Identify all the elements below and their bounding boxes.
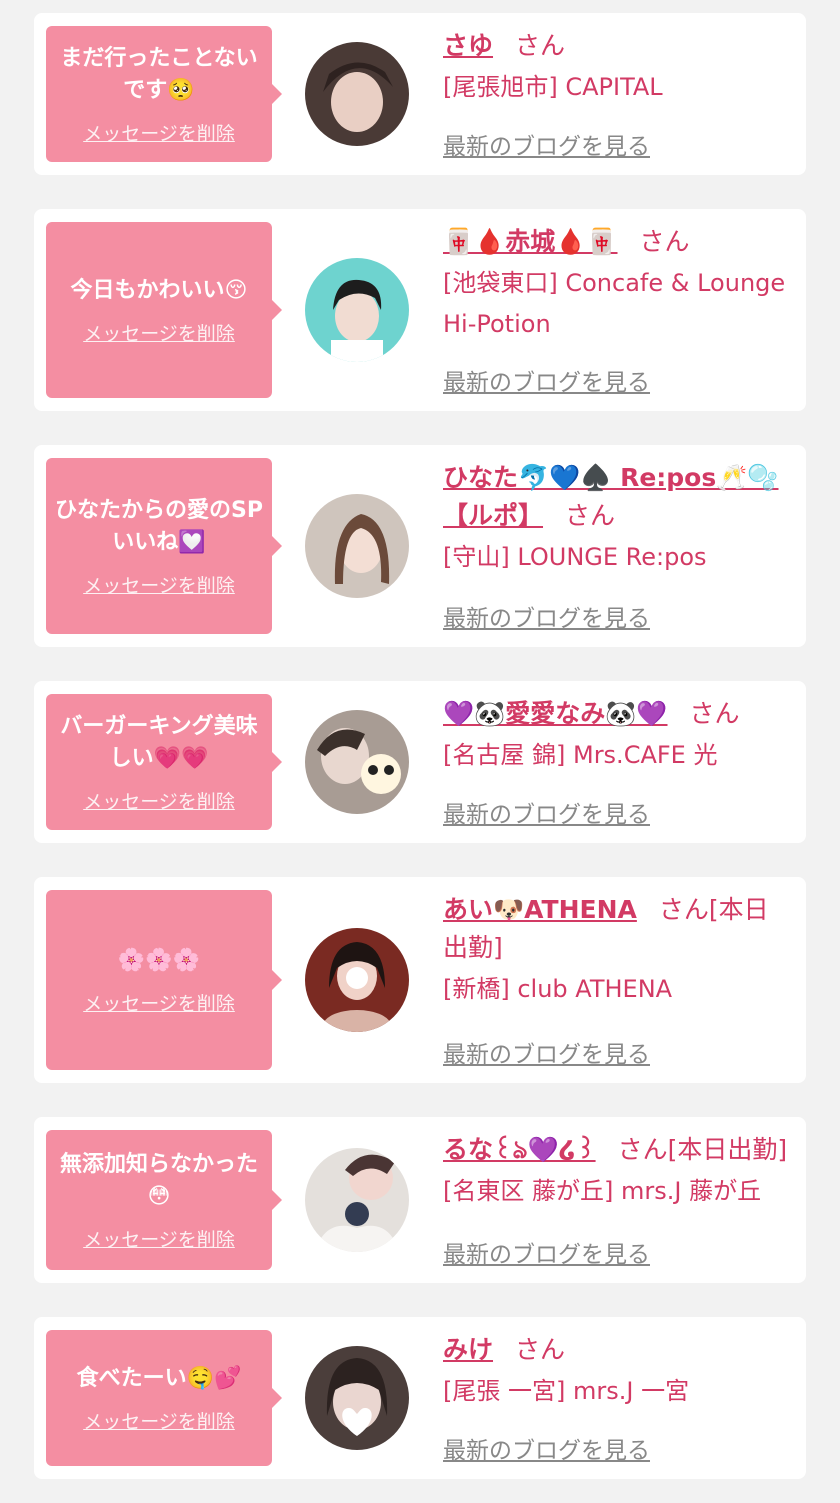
sender-name-link[interactable]: るな꒰ঌ💜໒꒱ [443, 1135, 596, 1164]
shop-location: [新橋] club ATHENA [443, 975, 673, 1003]
shop-location: [名東区 藤が丘] mrs.J 藤が丘 [443, 1177, 762, 1205]
avatar-image [305, 710, 409, 814]
sender-name-link[interactable]: さゆ [443, 31, 493, 60]
avatar[interactable] [305, 1148, 409, 1252]
delete-message-link[interactable]: メッセージを削除 [83, 571, 235, 598]
shop-location: [池袋東口] Concafe & Lounge Hi-Potion [443, 269, 786, 338]
message-text: 食べたーい🤤💕 [76, 1365, 242, 1391]
message-bubble: ひなたからの愛のSPいいね💟 メッセージを削除 [46, 458, 282, 634]
message-bubble: 今日もかわいい😚 メッセージを削除 [46, 222, 282, 398]
shop-location: [尾張旭市] CAPITAL [443, 73, 663, 101]
message-bubble: バーガーキング美味しい💗💗 メッセージを削除 [46, 694, 282, 830]
message-card: 🌸🌸🌸 メッセージを削除 あい🐶ATHENA さん[本日出勤] [新橋] club… [34, 877, 806, 1083]
avatar-image [305, 1346, 409, 1450]
sender-info: 💜🐼愛愛なみ🐼💜 さん [名古屋 錦] Mrs.CAFE 光 [443, 695, 792, 776]
sender-info: るな꒰ঌ💜໒꒱ さん[本日出勤] [名東区 藤が丘] mrs.J 藤が丘 [443, 1131, 792, 1212]
avatar-image [305, 42, 409, 146]
latest-blog-link[interactable]: 最新のブログを見る [443, 1431, 650, 1465]
delete-message-link[interactable]: メッセージを削除 [83, 989, 235, 1016]
latest-blog-link[interactable]: 最新のブログを見る [443, 127, 650, 161]
sender-suffix: さん[本日出勤] [617, 1135, 788, 1164]
message-card: 食べたーい🤤💕 メッセージを削除 みけ さん [尾張 一宮] mrs.J 一宮 最… [34, 1317, 806, 1479]
avatar[interactable] [305, 928, 409, 1032]
message-bubble: まだ行ったことないです🥺 メッセージを削除 [46, 26, 282, 162]
sender-name-link[interactable]: 🀄🩸赤城🩸🀄 [443, 227, 618, 256]
sender-suffix: さん [515, 31, 566, 60]
delete-message-link[interactable]: メッセージを削除 [83, 319, 235, 346]
shop-location: [守山] LOUNGE Re:pos [443, 543, 707, 571]
avatar-image [305, 258, 409, 362]
delete-message-link[interactable]: メッセージを削除 [83, 1225, 235, 1252]
avatar[interactable] [305, 1346, 409, 1450]
message-text: 無添加知らなかった😳 [59, 1151, 258, 1209]
latest-blog-link[interactable]: 最新のブログを見る [443, 795, 650, 829]
message-card: まだ行ったことないです🥺 メッセージを削除 さゆ さん [尾張旭市] CAPITA… [34, 13, 806, 175]
message-text: ひなたからの愛のSPいいね💟 [55, 497, 263, 555]
delete-message-link[interactable]: メッセージを削除 [83, 787, 235, 814]
message-card: 今日もかわいい😚 メッセージを削除 🀄🩸赤城🩸🀄 さん [池袋東口] Concaf… [34, 209, 806, 411]
message-bubble: 無添加知らなかった😳 メッセージを削除 [46, 1130, 282, 1270]
avatar[interactable] [305, 258, 409, 362]
avatar[interactable] [305, 710, 409, 814]
message-text: バーガーキング美味しい💗💗 [60, 713, 258, 771]
avatar-image [305, 928, 409, 1032]
delete-message-link[interactable]: メッセージを削除 [83, 1407, 235, 1434]
sender-info: みけ さん [尾張 一宮] mrs.J 一宮 [443, 1331, 792, 1412]
message-card: バーガーキング美味しい💗💗 メッセージを削除 💜🐼愛愛なみ🐼💜 さん [名古屋 錦… [34, 681, 806, 843]
message-text: 🌸🌸🌸 [117, 947, 201, 973]
avatar[interactable] [305, 42, 409, 146]
sender-info: あい🐶ATHENA さん[本日出勤] [新橋] club ATHENA [443, 891, 792, 1010]
latest-blog-link[interactable]: 最新のブログを見る [443, 1035, 650, 1069]
sender-info: 🀄🩸赤城🩸🀄 さん [池袋東口] Concafe & Lounge Hi-Poti… [443, 223, 792, 345]
message-bubble: 食べたーい🤤💕 メッセージを削除 [46, 1330, 282, 1466]
sender-info: ひなた🐬💙♠️ Re:pos🥂🫧【ルポ】 さん [守山] LOUNGE Re:po… [443, 459, 792, 578]
message-card: ひなたからの愛のSPいいね💟 メッセージを削除 ひなた🐬💙♠️ Re:pos🥂🫧… [34, 445, 806, 647]
sender-suffix: さん [689, 699, 740, 728]
sender-name-link[interactable]: あい🐶ATHENA [443, 895, 637, 924]
message-bubble: 🌸🌸🌸 メッセージを削除 [46, 890, 282, 1070]
shop-location: [尾張 一宮] mrs.J 一宮 [443, 1377, 690, 1405]
sender-name-link[interactable]: みけ [443, 1335, 493, 1364]
latest-blog-link[interactable]: 最新のブログを見る [443, 1235, 650, 1269]
sender-suffix: さん [639, 227, 690, 256]
sender-suffix: さん [565, 501, 616, 530]
sender-suffix: さん [515, 1335, 566, 1364]
message-card: 無添加知らなかった😳 メッセージを削除 るな꒰ঌ💜໒꒱ さん[本日出勤] [名東区… [34, 1117, 806, 1283]
shop-location: [名古屋 錦] Mrs.CAFE 光 [443, 741, 718, 769]
avatar-image [305, 1148, 409, 1252]
delete-message-link[interactable]: メッセージを削除 [83, 119, 235, 146]
avatar-image [305, 494, 409, 598]
latest-blog-link[interactable]: 最新のブログを見る [443, 599, 650, 633]
message-text: まだ行ったことないです🥺 [60, 45, 258, 103]
avatar[interactable] [305, 494, 409, 598]
sender-info: さゆ さん [尾張旭市] CAPITAL [443, 27, 792, 108]
message-text: 今日もかわいい😚 [70, 277, 248, 303]
latest-blog-link[interactable]: 最新のブログを見る [443, 363, 650, 397]
sender-name-link[interactable]: 💜🐼愛愛なみ🐼💜 [443, 699, 668, 728]
